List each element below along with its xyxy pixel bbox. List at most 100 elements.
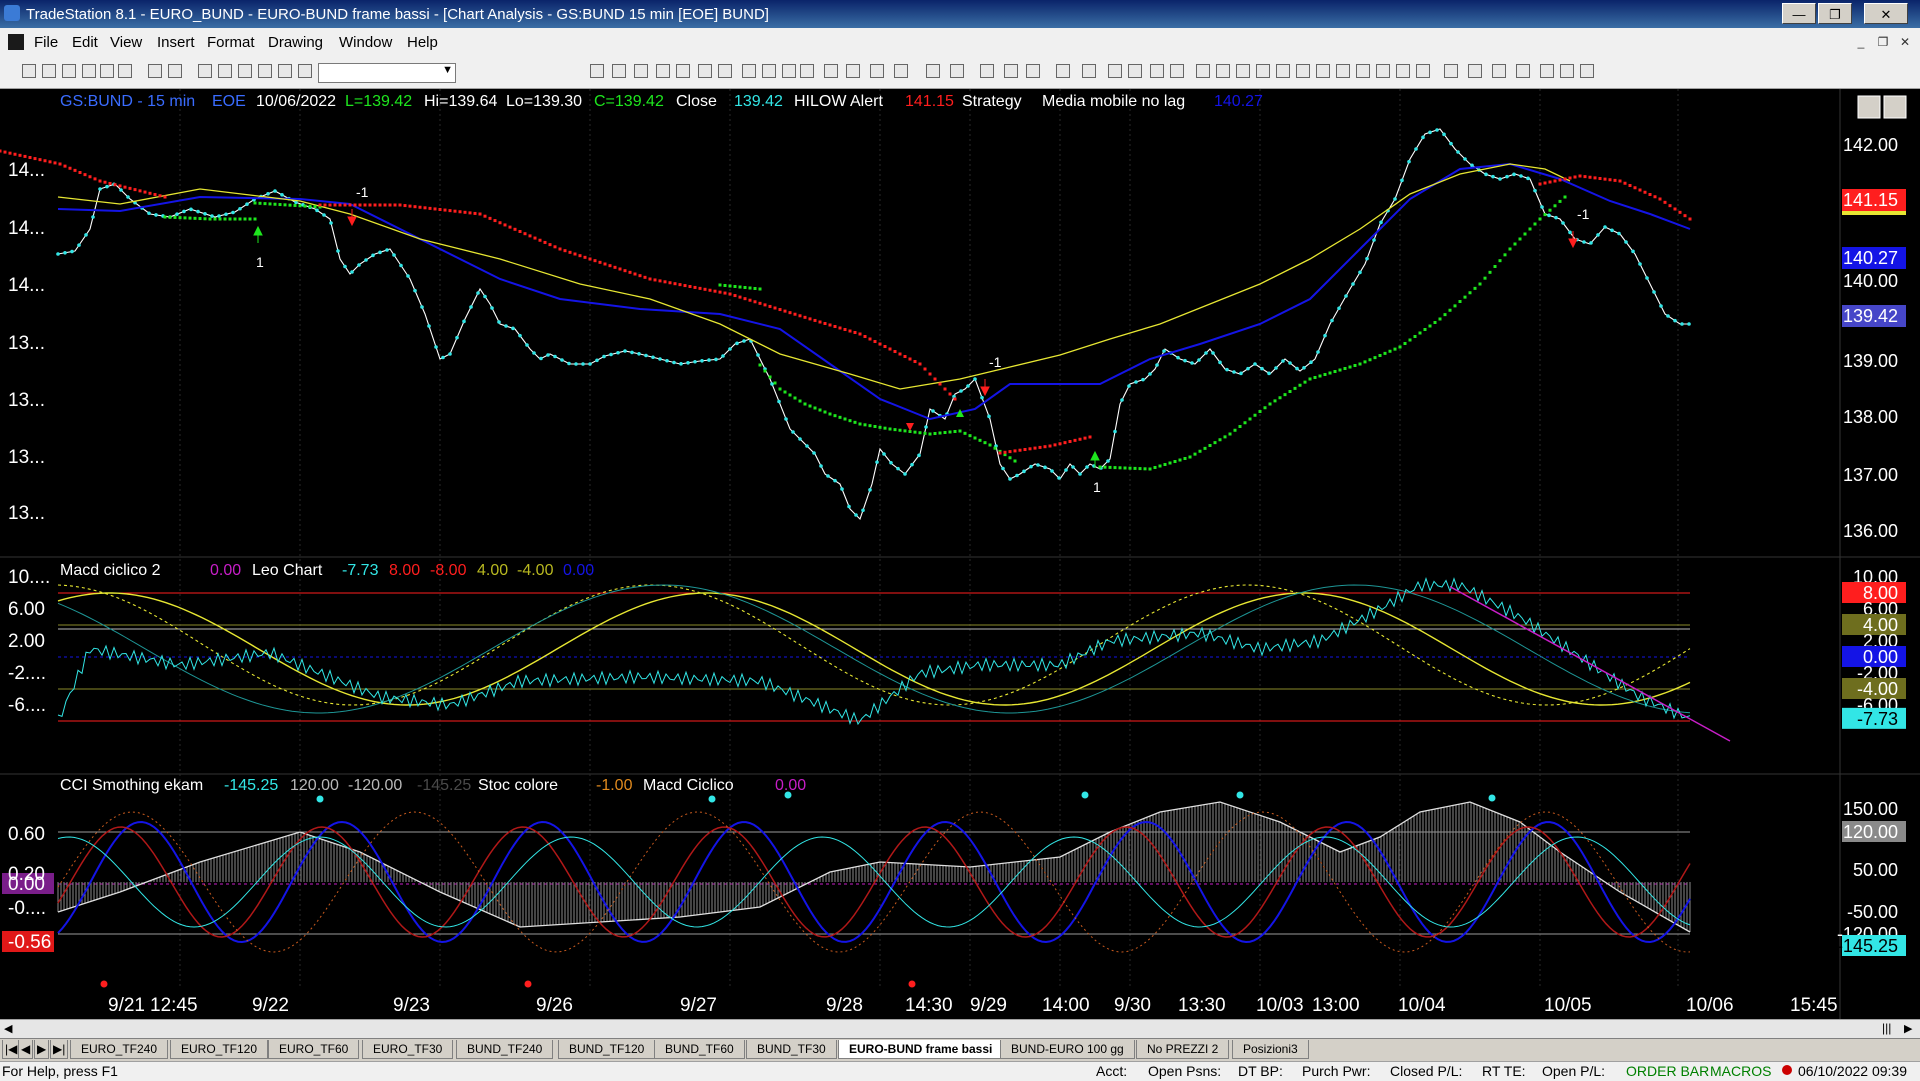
- toolbar-button-7[interactable]: [148, 64, 162, 78]
- close-dot: [777, 399, 781, 404]
- toolbar-button-40[interactable]: [1170, 64, 1184, 78]
- tab-euro-tf60[interactable]: EURO_TF60: [268, 1040, 360, 1059]
- menu-insert[interactable]: Insert: [157, 34, 195, 51]
- toolbar-button-52[interactable]: [1416, 64, 1430, 78]
- toolbar-button-27[interactable]: [846, 64, 860, 78]
- toolbar-button-35[interactable]: [1056, 64, 1070, 78]
- toolbar-button-3[interactable]: [62, 64, 76, 78]
- toolbar-button-10[interactable]: [218, 64, 232, 78]
- toolbar-button-11[interactable]: [238, 64, 252, 78]
- macros-button[interactable]: MACROS: [1710, 1063, 1771, 1079]
- toolbar-button-28[interactable]: [870, 64, 884, 78]
- toolbar-button-30[interactable]: [926, 64, 940, 78]
- tab-euro-tf240[interactable]: EURO_TF240: [70, 1040, 169, 1059]
- symbol-combo[interactable]: ▼: [318, 63, 456, 83]
- toolbar-button-49[interactable]: [1356, 64, 1370, 78]
- horizontal-scrollbar[interactable]: ◀ ||| ▶: [0, 1019, 1920, 1039]
- toolbar-button-42[interactable]: [1216, 64, 1230, 78]
- toolbar-button-19[interactable]: [676, 64, 690, 78]
- cci-left-label-4: -0.56: [8, 932, 51, 953]
- toolbar-button-56[interactable]: [1516, 64, 1530, 78]
- toolbar-button-44[interactable]: [1256, 64, 1270, 78]
- toolbar-button-58[interactable]: [1560, 64, 1574, 78]
- toolbar-button-18[interactable]: [656, 64, 670, 78]
- tab-posizioni3[interactable]: Posizioni3: [1232, 1040, 1309, 1059]
- toolbar-button-34[interactable]: [1026, 64, 1040, 78]
- tab-bund-tf30[interactable]: BUND_TF30: [746, 1040, 837, 1059]
- toolbar-button-17[interactable]: [634, 64, 648, 78]
- toolbar-button-26[interactable]: [824, 64, 838, 78]
- toolbar-button-32[interactable]: [980, 64, 994, 78]
- toolbar-button-4[interactable]: [82, 64, 96, 78]
- toolbar-button-9[interactable]: [198, 64, 212, 78]
- tab-euro-tf30[interactable]: EURO_TF30: [362, 1040, 454, 1059]
- toolbar-button-46[interactable]: [1296, 64, 1310, 78]
- tab-euro-bund-frame-bassi[interactable]: EURO-BUND frame bassi: [838, 1040, 1004, 1059]
- toolbar-button-25[interactable]: [800, 64, 814, 78]
- toolbar-button-54[interactable]: [1468, 64, 1482, 78]
- scroll-right-icon[interactable]: ▶: [1904, 1022, 1912, 1035]
- toolbar-button-12[interactable]: [258, 64, 272, 78]
- menu-view[interactable]: View: [110, 34, 142, 51]
- chevron-down-icon[interactable]: ▼: [442, 64, 453, 76]
- toolbar-button-21[interactable]: [718, 64, 732, 78]
- toolbar-button-36[interactable]: [1082, 64, 1096, 78]
- close-dot: [574, 362, 578, 366]
- toolbar-button-16[interactable]: [612, 64, 626, 78]
- toolbar-button-55[interactable]: [1492, 64, 1506, 78]
- toolbar-button-5[interactable]: [100, 64, 114, 78]
- toolbar-button-45[interactable]: [1276, 64, 1290, 78]
- toolbar-button-29[interactable]: [894, 64, 908, 78]
- tab-bund-tf60[interactable]: BUND_TF60: [654, 1040, 745, 1059]
- toolbar-button-22[interactable]: [742, 64, 756, 78]
- toolbar-button-53[interactable]: [1444, 64, 1458, 78]
- mdi-close-button[interactable]: ✕: [1894, 33, 1916, 51]
- menu-file[interactable]: File: [34, 34, 58, 51]
- order-bar-button[interactable]: ORDER BAR: [1626, 1063, 1709, 1079]
- toolbar-button-51[interactable]: [1396, 64, 1410, 78]
- toolbar-button-2[interactable]: [42, 64, 56, 78]
- menu-drawing[interactable]: Drawing: [268, 34, 323, 51]
- menu-help[interactable]: Help: [407, 34, 438, 51]
- toolbar-button-20[interactable]: [698, 64, 712, 78]
- toolbar-button-13[interactable]: [278, 64, 292, 78]
- tab-no-prezzi-2[interactable]: No PREZZI 2: [1136, 1040, 1230, 1059]
- restore-button[interactable]: ❐: [1818, 3, 1852, 24]
- toolbar-button-41[interactable]: [1196, 64, 1210, 78]
- toolbar-button-14[interactable]: [298, 64, 312, 78]
- toolbar-button-39[interactable]: [1150, 64, 1164, 78]
- tab-nav-2[interactable]: ◀: [18, 1040, 34, 1059]
- tab-nav-4[interactable]: ▶|: [50, 1040, 69, 1059]
- toolbar-button-47[interactable]: [1316, 64, 1330, 78]
- menu-window[interactable]: Window: [339, 34, 392, 51]
- tab-bund-euro-100-gg[interactable]: BUND-EURO 100 gg: [1000, 1040, 1135, 1059]
- toolbar-button-59[interactable]: [1580, 64, 1594, 78]
- scroll-thumb[interactable]: |||: [1882, 1021, 1891, 1035]
- tab-nav-3[interactable]: ▶: [34, 1040, 50, 1059]
- scroll-left-icon[interactable]: ◀: [4, 1022, 12, 1035]
- tab-euro-tf120[interactable]: EURO_TF120: [170, 1040, 269, 1059]
- toolbar-button-37[interactable]: [1108, 64, 1122, 78]
- menu-edit[interactable]: Edit: [72, 34, 98, 51]
- toolbar-button-33[interactable]: [1004, 64, 1018, 78]
- toolbar-button-24[interactable]: [782, 64, 796, 78]
- minimize-button[interactable]: —: [1782, 3, 1816, 24]
- toolbar-button-50[interactable]: [1376, 64, 1390, 78]
- toolbar-button-48[interactable]: [1336, 64, 1350, 78]
- toolbar-button-38[interactable]: [1128, 64, 1142, 78]
- menu-format[interactable]: Format: [207, 34, 255, 51]
- mdi-restore-button[interactable]: ❐: [1872, 33, 1894, 51]
- toolbar-button-1[interactable]: [22, 64, 36, 78]
- toolbar-button-31[interactable]: [950, 64, 964, 78]
- toolbar-button-43[interactable]: [1236, 64, 1250, 78]
- chart-area[interactable]: 1 -1 -1 1 -1 GS:BUND - 15 min EOE 10/06/2022 L=1…: [0, 89, 1920, 1019]
- toolbar-button-57[interactable]: [1540, 64, 1554, 78]
- tab-bund-tf240[interactable]: BUND_TF240: [456, 1040, 554, 1059]
- toolbar-button-23[interactable]: [762, 64, 776, 78]
- toolbar-button-15[interactable]: [590, 64, 604, 78]
- mdi-minimize-button[interactable]: _: [1850, 33, 1872, 51]
- toolbar-button-8[interactable]: [168, 64, 182, 78]
- tab-bund-tf120[interactable]: BUND_TF120: [558, 1040, 656, 1059]
- close-button[interactable]: ✕: [1864, 3, 1908, 24]
- toolbar-button-6[interactable]: [118, 64, 132, 78]
